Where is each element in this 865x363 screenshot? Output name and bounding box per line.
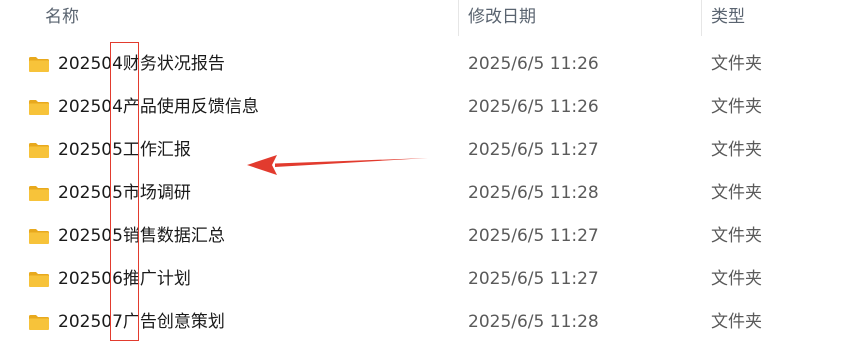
file-row[interactable]: 202505销售数据汇总 2025/6/5 11:27 文件夹 (0, 215, 865, 258)
folder-icon (29, 315, 49, 330)
file-type: 文件夹 (711, 269, 762, 289)
column-header-bar: ⌃ 名称 修改日期 类型 (0, 0, 865, 36)
folder-icon (29, 229, 49, 244)
column-divider[interactable] (701, 0, 702, 36)
file-type: 文件夹 (711, 54, 762, 74)
file-date-modified: 2025/6/5 11:28 (468, 183, 599, 203)
file-type: 文件夹 (711, 140, 762, 160)
file-name[interactable]: 202505市场调研 (58, 172, 191, 215)
chevron-up-icon: ⌃ (243, 0, 253, 7)
file-type: 文件夹 (711, 97, 762, 117)
file-type: 文件夹 (711, 226, 762, 246)
folder-icon (29, 143, 49, 158)
file-name[interactable]: 202504产品使用反馈信息 (58, 86, 259, 129)
file-date-modified: 2025/6/5 11:27 (468, 269, 599, 289)
file-type: 文件夹 (711, 183, 762, 203)
file-type: 文件夹 (711, 312, 762, 332)
file-row[interactable]: 202507广告创意策划 2025/6/5 11:28 文件夹 (0, 301, 865, 344)
column-header-date-modified[interactable]: 修改日期 (468, 0, 536, 36)
column-header-name[interactable]: 名称 (45, 0, 79, 36)
file-row[interactable]: 202505市场调研 2025/6/5 11:28 文件夹 (0, 172, 865, 215)
file-date-modified: 2025/6/5 11:27 (468, 140, 599, 160)
file-row[interactable]: 202504产品使用反馈信息 2025/6/5 11:26 文件夹 (0, 86, 865, 129)
file-name[interactable]: 202504财务状况报告 (58, 43, 225, 86)
column-header-type[interactable]: 类型 (711, 0, 745, 36)
folder-icon (29, 272, 49, 287)
file-date-modified: 2025/6/5 11:27 (468, 226, 599, 246)
folder-icon (29, 100, 49, 115)
folder-icon (29, 186, 49, 201)
file-name[interactable]: 202506推广计划 (58, 258, 191, 301)
file-row[interactable]: 202504财务状况报告 2025/6/5 11:26 文件夹 (0, 43, 865, 86)
file-list: 202504财务状况报告 2025/6/5 11:26 文件夹 202504产品… (0, 43, 865, 344)
file-name[interactable]: 202505销售数据汇总 (58, 215, 225, 258)
file-date-modified: 2025/6/5 11:28 (468, 312, 599, 332)
file-name[interactable]: 202505工作汇报 (58, 129, 191, 172)
annotation-arrow-icon (247, 155, 428, 175)
file-name[interactable]: 202507广告创意策划 (58, 301, 225, 344)
file-row[interactable]: 202506推广计划 2025/6/5 11:27 文件夹 (0, 258, 865, 301)
file-date-modified: 2025/6/5 11:26 (468, 54, 599, 74)
file-date-modified: 2025/6/5 11:26 (468, 97, 599, 117)
folder-icon (29, 57, 49, 72)
file-row[interactable]: 202505工作汇报 2025/6/5 11:27 文件夹 (0, 129, 865, 172)
column-divider[interactable] (458, 0, 459, 36)
